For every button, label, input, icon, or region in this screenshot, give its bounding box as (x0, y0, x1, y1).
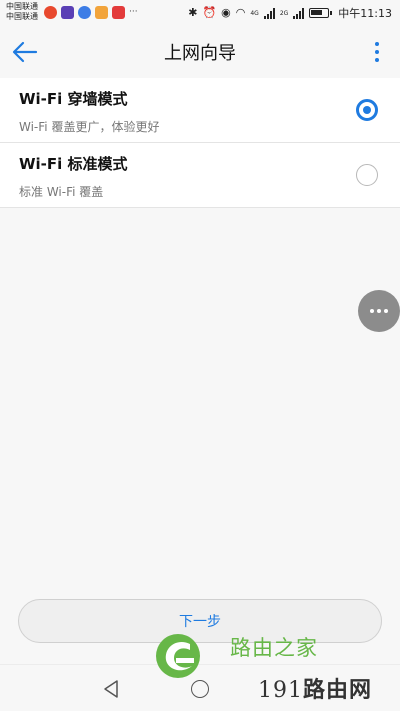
photo-app-icon (95, 6, 108, 19)
option-subtitle: 标准 Wi-Fi 覆盖 (19, 185, 104, 199)
eye-icon: ◉ (221, 6, 231, 19)
watermark: 路由之家 191路由网 (150, 628, 400, 711)
signal-1-icon (263, 7, 275, 19)
option-standard-mode[interactable]: Wi-Fi 标准模式 标准 Wi-Fi 覆盖 (0, 143, 400, 208)
battery-icon (309, 8, 333, 18)
status-bar: 中国联通 中国联通 ··· ✱ ⏰ ◉ ◠ 4G 2G 中午11:13 (0, 0, 400, 26)
page-title: 上网向导 (164, 43, 236, 64)
app-bar: 上网向导 (0, 26, 400, 78)
mode-options-list: Wi-Fi 穿墙模式 Wi-Fi 覆盖更广，体验更好 Wi-Fi 标准模式 标准… (0, 78, 400, 208)
router-home-logo-icon (156, 634, 200, 678)
carrier-1: 中国联通 (6, 2, 38, 11)
carrier-labels: 中国联通 中国联通 (6, 2, 38, 22)
alarm-icon: ⏰ (202, 6, 217, 19)
more-notifications-icon: ··· (129, 7, 138, 17)
status-time: 中午11:13 (338, 7, 392, 20)
float-dot-icon (370, 309, 374, 313)
wifi-icon: ◠ (235, 6, 246, 19)
watermark-site-prefix: 191 (258, 678, 303, 703)
radio-button-unselected[interactable] (356, 164, 378, 186)
float-dot-icon (377, 309, 381, 313)
watermark-brand: 路由之家 (230, 636, 318, 660)
option-wall-penetration-mode[interactable]: Wi-Fi 穿墙模式 Wi-Fi 覆盖更广，体验更好 (0, 78, 400, 143)
bluetooth-icon: ✱ (188, 6, 198, 19)
more-options-button[interactable] (372, 40, 382, 64)
option-subtitle: Wi-Fi 覆盖更广，体验更好 (19, 120, 160, 134)
red-app-icon (112, 6, 125, 19)
video-app-icon (61, 6, 74, 19)
carrier-2: 中国联通 (6, 12, 38, 21)
nav-back-icon[interactable] (102, 679, 120, 699)
watermark-site-text: 路由网 (303, 677, 373, 703)
signal-2-icon (293, 7, 305, 19)
notification-icons: ··· (44, 6, 141, 19)
paw-app-icon (78, 6, 91, 19)
network-1-label: 4G (250, 9, 259, 17)
more-dot-icon (375, 50, 379, 54)
floating-assist-button[interactable] (358, 290, 400, 332)
more-dot-icon (375, 58, 379, 62)
weibo-icon (44, 6, 57, 19)
more-dot-icon (375, 42, 379, 46)
option-title: Wi-Fi 穿墙模式 (19, 90, 128, 108)
status-indicators: ✱ ⏰ ◉ ◠ 4G 2G 中午11:13 (188, 5, 392, 21)
float-dot-icon (384, 309, 388, 313)
network-2-label: 2G (279, 9, 289, 17)
radio-button-selected[interactable] (356, 99, 378, 121)
option-title: Wi-Fi 标准模式 (19, 155, 128, 173)
watermark-site: 191路由网 (258, 672, 372, 704)
